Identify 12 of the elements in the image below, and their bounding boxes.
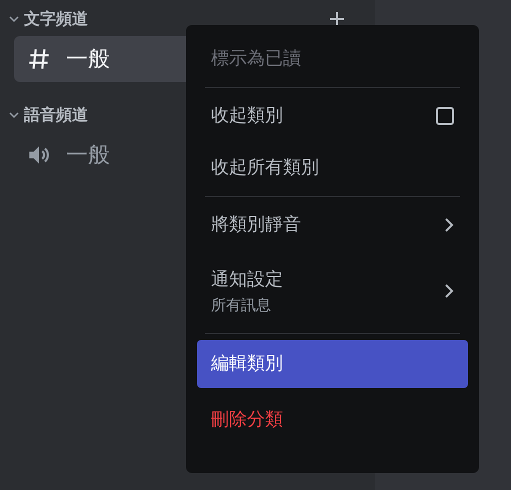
menu-item-subtitle: 所有訊息	[211, 296, 272, 314]
plus-icon[interactable]	[329, 11, 345, 27]
chevron-right-icon	[444, 283, 454, 299]
menu-item[interactable]: 收起所有類別	[197, 142, 468, 194]
menu-item[interactable]: 將類別靜音	[197, 199, 468, 251]
menu-item[interactable]: 收起類別	[197, 90, 468, 142]
chevron-right-icon	[444, 217, 454, 233]
checkbox[interactable]	[436, 107, 454, 125]
menu-item[interactable]: 刪除分類	[197, 394, 468, 446]
menu-item[interactable]: 編輯類別	[197, 340, 468, 388]
menu-item[interactable]: 通知設定 所有訊息	[197, 251, 468, 331]
category-name[interactable]: 文字頻道	[24, 8, 329, 30]
